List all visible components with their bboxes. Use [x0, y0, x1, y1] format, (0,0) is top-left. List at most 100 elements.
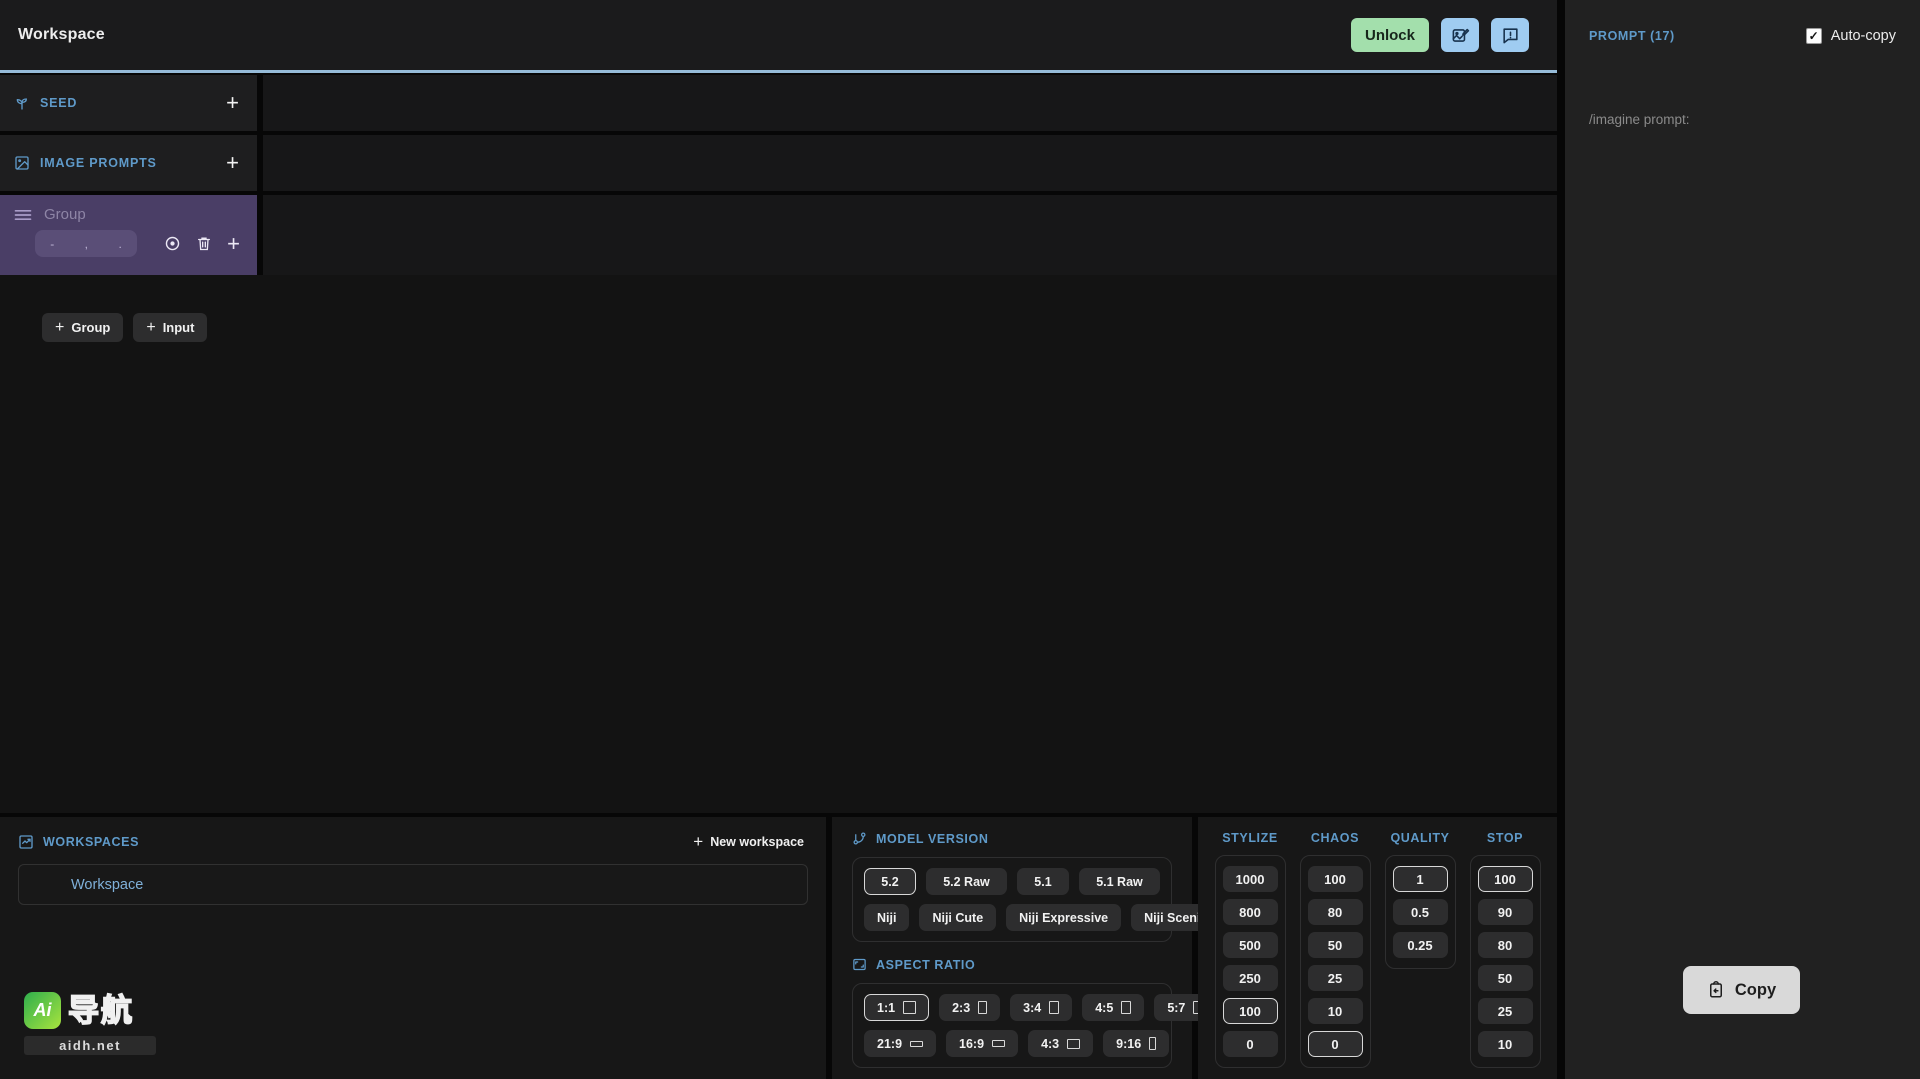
model-version-option[interactable]: 5.1 Raw [1079, 868, 1160, 895]
group-controls: - , . [13, 230, 244, 257]
chaos-option[interactable]: 50 [1308, 932, 1363, 958]
stop-option[interactable]: 10 [1478, 1031, 1533, 1057]
model-version-option-label: Niji Expressive [1019, 911, 1108, 925]
feedback-button[interactable] [1491, 18, 1529, 52]
model-version-row: 5.2 5.2 Raw 5.1 5.1 Raw [864, 868, 1160, 895]
git-branch-icon [852, 831, 867, 846]
aspect-ratio-option[interactable]: 4:3 [1028, 1030, 1093, 1057]
model-version-option[interactable]: Niji [864, 904, 909, 931]
plus-icon: + [55, 320, 64, 336]
model-version-row: NijiNiji CuteNiji ExpressiveNiji Scenic [864, 904, 1160, 931]
param-column-chaos: CHAOS100805025100 [1300, 831, 1371, 1068]
add-to-group-button[interactable]: + [227, 233, 240, 255]
chaos-option[interactable]: 80 [1308, 899, 1363, 925]
chaos-option[interactable]: 0 [1308, 1031, 1363, 1057]
workspace-title: Workspace [18, 26, 105, 44]
quality-header: QUALITY [1390, 831, 1449, 845]
aspect-ratio-option[interactable]: 16:9 [946, 1030, 1018, 1057]
chaos-header: CHAOS [1311, 831, 1359, 845]
new-workspace-button[interactable]: + New workspace [693, 833, 804, 850]
model-version-option[interactable]: Niji Cute [919, 904, 996, 931]
stop-option[interactable]: 100 [1478, 866, 1533, 892]
chaos-option[interactable]: 100 [1308, 866, 1363, 892]
workspace-item[interactable]: Workspace [18, 864, 808, 905]
auto-copy-checkbox[interactable]: ✓ [1806, 28, 1822, 44]
node-canvas[interactable]: SEED + IMAGE PROMPTS + [0, 73, 1557, 813]
add-input-label: Input [163, 320, 195, 335]
aspect-ratio-option-label: 16:9 [959, 1037, 984, 1051]
aspect-ratio-option[interactable]: 9:16 [1103, 1030, 1169, 1057]
copy-button-label: Copy [1735, 981, 1776, 1000]
stylize-option[interactable]: 250 [1223, 965, 1278, 991]
model-version-option[interactable]: 5.1 [1017, 868, 1069, 895]
export-image-button[interactable] [1441, 18, 1479, 52]
watermark-logo-row: Ai 导航 [24, 992, 156, 1029]
quality-option[interactable]: 1 [1393, 866, 1448, 892]
clipboard-copy-icon [1707, 981, 1725, 999]
drag-handle-icon[interactable] [13, 208, 33, 222]
stylize-option[interactable]: 800 [1223, 899, 1278, 925]
stop-option[interactable]: 25 [1478, 998, 1533, 1024]
canvas-add-actions: + Group + Input [42, 313, 1557, 342]
parameters-section: STYLIZE10008005002501000CHAOS10080502510… [1198, 817, 1557, 1079]
aspect-ratio-label: ASPECT RATIO [876, 958, 975, 972]
copy-button[interactable]: Copy [1683, 966, 1800, 1014]
stylize-option[interactable]: 0 [1223, 1031, 1278, 1057]
delete-trash-icon[interactable] [196, 235, 212, 252]
imagine-prompt-text[interactable]: /imagine prompt: [1589, 112, 1896, 127]
app-window: Workspace Unlock [0, 0, 1920, 1079]
aspect-ratio-option[interactable]: 1:1 [864, 994, 929, 1021]
bottom-panel: WORKSPACES + New workspace Workspace Ai … [0, 813, 1557, 1079]
group-name-input[interactable]: Group [44, 206, 86, 223]
group-node[interactable]: Group - , . [0, 195, 257, 275]
visibility-eye-icon[interactable] [164, 235, 181, 252]
workspaces-section: WORKSPACES + New workspace Workspace Ai … [0, 817, 826, 1079]
model-aspect-section: MODEL VERSION 5.25.2 Raw5.15.1 RawNijiNi… [832, 817, 1192, 1079]
seed-track [263, 75, 1557, 131]
chaos-options: 100805025100 [1300, 855, 1371, 1068]
group-value-field[interactable]: - , . [35, 230, 137, 257]
stop-option[interactable]: 50 [1478, 965, 1533, 991]
model-version-option[interactable]: 5.2 [864, 868, 916, 895]
model-version-option-label: 5.2 [881, 875, 898, 889]
feedback-bubble-icon [1501, 26, 1520, 45]
stop-option[interactable]: 80 [1478, 932, 1533, 958]
stop-option[interactable]: 90 [1478, 899, 1533, 925]
model-version-option-label: Niji Cute [932, 911, 983, 925]
auto-copy-toggle[interactable]: ✓ Auto-copy [1806, 28, 1896, 44]
aspect-ratio-option[interactable]: 21:9 [864, 1030, 936, 1057]
quality-option[interactable]: 0.25 [1393, 932, 1448, 958]
param-column-quality: QUALITY 1 0.5 0.25 [1385, 831, 1456, 969]
chaos-option[interactable]: 10 [1308, 998, 1363, 1024]
aspect-ratio-options: 1:12:33:44:55:721:916:94:39:16 [852, 983, 1172, 1068]
aspect-ratio-option-label: 3:4 [1023, 1001, 1041, 1015]
watermark: Ai 导航 aidh.net [24, 992, 156, 1055]
image-edit-icon [1451, 26, 1470, 45]
quality-option[interactable]: 0.5 [1393, 899, 1448, 925]
add-image-prompt-button[interactable]: + [222, 152, 243, 174]
prompt-panel-header: PROMPT (17) ✓ Auto-copy [1589, 28, 1896, 44]
add-input-button[interactable]: + Input [133, 313, 207, 342]
ai-logo-badge: Ai [24, 992, 61, 1029]
plus-icon: + [693, 833, 703, 850]
group-value-part: , [85, 237, 88, 251]
add-group-button[interactable]: + Group [42, 313, 123, 342]
group-icon-actions: + [164, 233, 244, 255]
chaos-option[interactable]: 25 [1308, 965, 1363, 991]
stylize-option[interactable]: 500 [1223, 932, 1278, 958]
model-version-options: 5.2 5.2 Raw 5.1 5.1 Raw Niji Niji Cute Niji Ex… [852, 857, 1172, 942]
model-version-option[interactable]: Niji Expressive [1006, 904, 1121, 931]
aspect-ratio-option[interactable]: 3:4 [1010, 994, 1072, 1021]
stylize-option[interactable]: 1000 [1223, 866, 1278, 892]
unlock-button[interactable]: Unlock [1351, 18, 1429, 52]
aspect-ratio-header: ASPECT RATIO [852, 957, 1172, 972]
add-seed-button[interactable]: + [222, 92, 243, 114]
stylize-option[interactable]: 100 [1223, 998, 1278, 1024]
aspect-ratio-option[interactable]: 2:3 [939, 994, 1000, 1021]
aspect-ratio-option[interactable]: 4:5 [1082, 994, 1144, 1021]
image-prompts-node[interactable]: IMAGE PROMPTS + [0, 135, 257, 191]
image-prompts-track [263, 135, 1557, 191]
seed-node[interactable]: SEED + [0, 75, 257, 131]
model-version-option[interactable]: 5.2 Raw [926, 868, 1007, 895]
aspect-ratio-icon [852, 957, 867, 972]
